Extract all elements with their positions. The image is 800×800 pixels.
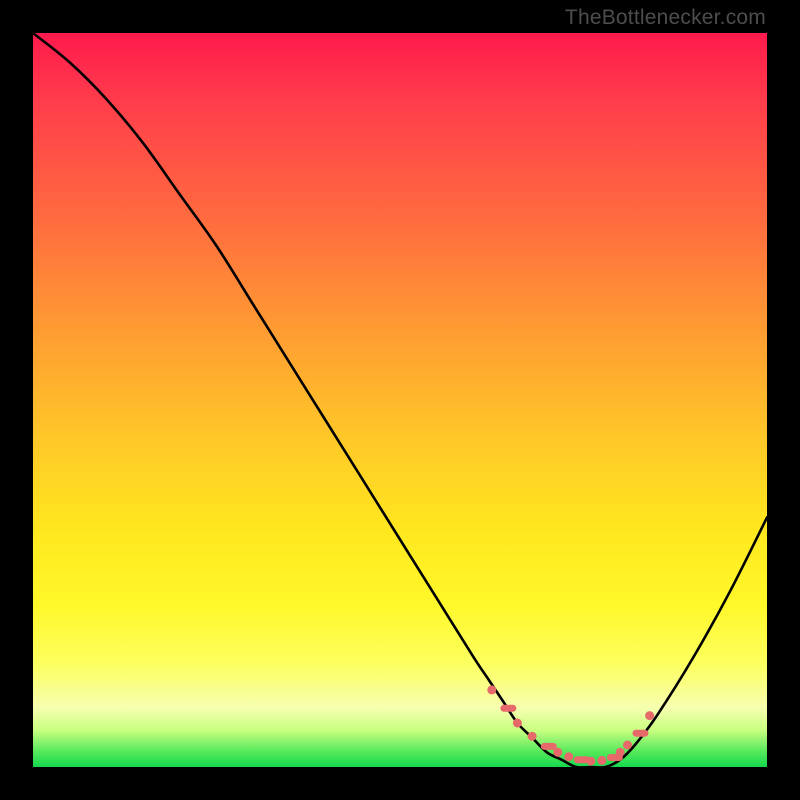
bottleneck-curve [33,33,767,768]
optimal-marker [633,730,649,737]
optimal-marker [616,748,625,757]
curve-svg [33,33,767,767]
chart-frame: TheBottlenecker.com [0,0,800,800]
optimal-marker [500,705,516,712]
optimal-marker [586,757,595,766]
optimal-marker [487,685,496,694]
optimal-range-markers [487,685,654,765]
optimal-marker [553,748,562,757]
optimal-marker [541,743,557,750]
optimal-marker [528,732,537,741]
optimal-marker [564,752,573,761]
optimal-marker [513,719,522,728]
plot-area [33,33,767,767]
attribution-label: TheBottlenecker.com [565,6,766,30]
optimal-marker [597,756,606,765]
optimal-marker [645,711,654,720]
optimal-marker [623,741,632,750]
